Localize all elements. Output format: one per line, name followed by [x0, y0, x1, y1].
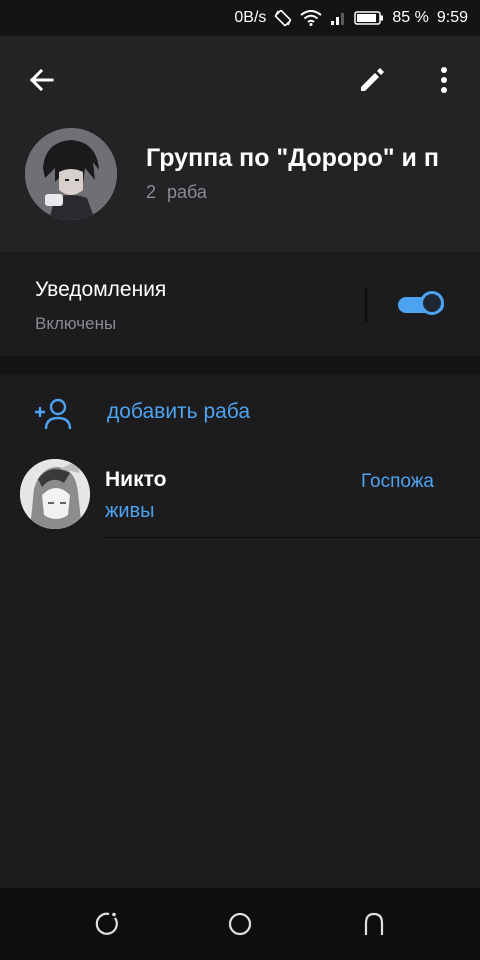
add-member-button[interactable]: добавить раба [0, 374, 480, 454]
section-divider [0, 356, 480, 374]
battery-level: 85 % [392, 9, 429, 26]
net-speed: 0B/s [234, 9, 267, 26]
pencil-icon [361, 68, 384, 91]
member-list-item[interactable]: Никто живы Госпожа [0, 454, 480, 538]
notifications-toggle[interactable] [396, 291, 448, 319]
group-avatar[interactable] [25, 128, 117, 220]
toggle-thumb [420, 291, 444, 315]
add-member-label: добавить раба [107, 400, 251, 423]
more-options-button[interactable] [426, 62, 462, 98]
auto-rotate-icon [274, 9, 292, 27]
group-avatar-image [25, 128, 117, 220]
clock: 9:59 [436, 9, 468, 26]
group-title: Группа по "Дороро" и п [146, 144, 439, 172]
back-button[interactable] [24, 62, 60, 98]
home-button[interactable] [226, 910, 254, 938]
nav-back-icon [364, 912, 384, 935]
member-name: Никто [105, 468, 167, 491]
system-nav-bar [0, 888, 480, 960]
signal-icon [330, 11, 346, 25]
row-divider [102, 537, 480, 538]
notifications-row[interactable]: Уведомления Включены [0, 252, 480, 356]
nav-back-button[interactable] [360, 910, 388, 938]
vertical-divider [365, 288, 367, 322]
wifi-icon [300, 10, 323, 26]
more-vertical-icon [441, 67, 447, 93]
notifications-title: Уведомления [35, 278, 167, 301]
group-info-screen: 0B/s 85 % 9:59 Группа по "Дороро" и п 2 … [0, 0, 480, 960]
member-count: 2 раба [146, 182, 207, 202]
member-avatar [20, 459, 90, 529]
member-role-badge: Госпожа [361, 471, 435, 492]
recent-apps-icon [95, 912, 118, 935]
edit-button[interactable] [354, 62, 390, 98]
home-icon [228, 912, 252, 936]
recent-apps-button[interactable] [93, 910, 121, 938]
battery-icon [354, 11, 384, 25]
status-bar: 0B/s 85 % 9:59 [0, 0, 480, 36]
arrow-left-icon [29, 68, 54, 92]
member-status: живы [105, 500, 155, 522]
group-header: Группа по "Дороро" и п 2 раба [0, 36, 480, 252]
person-add-icon [34, 398, 72, 430]
notifications-status: Включены [35, 314, 117, 333]
